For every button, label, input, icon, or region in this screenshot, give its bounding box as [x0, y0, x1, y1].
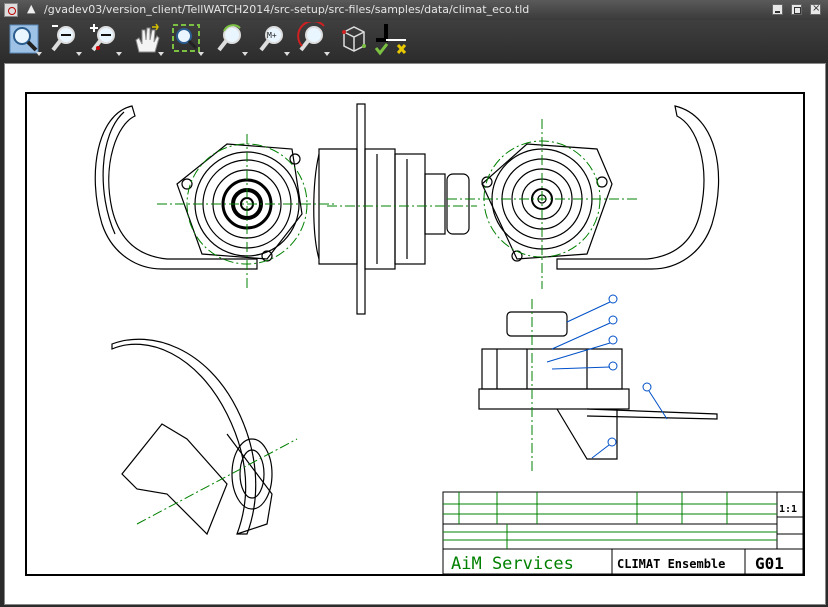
maximize-button[interactable]	[791, 4, 802, 15]
pan-tool[interactable]	[130, 22, 164, 58]
zoom-out-tool[interactable]	[48, 22, 82, 58]
measure-tool[interactable]	[372, 22, 407, 58]
sheet-id: G01	[755, 554, 784, 573]
right-motor-front	[481, 143, 613, 262]
cube-icon	[342, 26, 366, 52]
part-balloons	[546, 294, 668, 459]
check-icon	[374, 43, 389, 56]
isometric-view	[111, 338, 273, 536]
zoom-in-tool[interactable]	[88, 22, 122, 58]
section-view	[478, 311, 718, 460]
part-name: CLIMAT Ensemble	[617, 557, 725, 571]
cross-icon	[396, 44, 407, 54]
left-motor-front	[176, 143, 303, 262]
minimize-button[interactable]	[772, 4, 783, 15]
technical-drawing: AiM Services CLIMAT Ensemble G01 1:1	[94, 103, 804, 575]
window-title-bar: ▲ /gvadev03/version_client/TellWATCH2014…	[0, 0, 828, 21]
zoom-rotate-tool[interactable]	[296, 20, 330, 58]
right-bracket	[556, 105, 720, 270]
zoom-previous-tool[interactable]	[214, 22, 248, 58]
left-bracket	[94, 105, 258, 270]
toolbar: M+	[0, 20, 828, 62]
up-arrow-icon[interactable]: ▲	[27, 2, 35, 15]
motor-side-view	[313, 103, 470, 315]
zoom-tool[interactable]	[8, 22, 42, 58]
measure-icon	[374, 24, 407, 56]
zoom-memory-tool[interactable]: M+	[256, 22, 290, 58]
window-title: /gvadev03/version_client/TellWATCH2014/s…	[44, 3, 530, 16]
close-button[interactable]: ×	[810, 3, 821, 15]
company-name: AiM Services	[451, 554, 574, 574]
drawing-canvas[interactable]: AiM Services CLIMAT Ensemble G01 1:1	[4, 63, 826, 605]
centerlines	[136, 119, 637, 525]
scale-label: 1:1	[779, 504, 797, 515]
3d-view-tool[interactable]	[336, 22, 370, 58]
zoom-extents-tool[interactable]	[170, 22, 204, 58]
drawing-sheet: AiM Services CLIMAT Ensemble G01 1:1	[25, 92, 805, 576]
app-icon[interactable]	[4, 3, 18, 17]
svg-text:M+: M+	[267, 31, 277, 40]
